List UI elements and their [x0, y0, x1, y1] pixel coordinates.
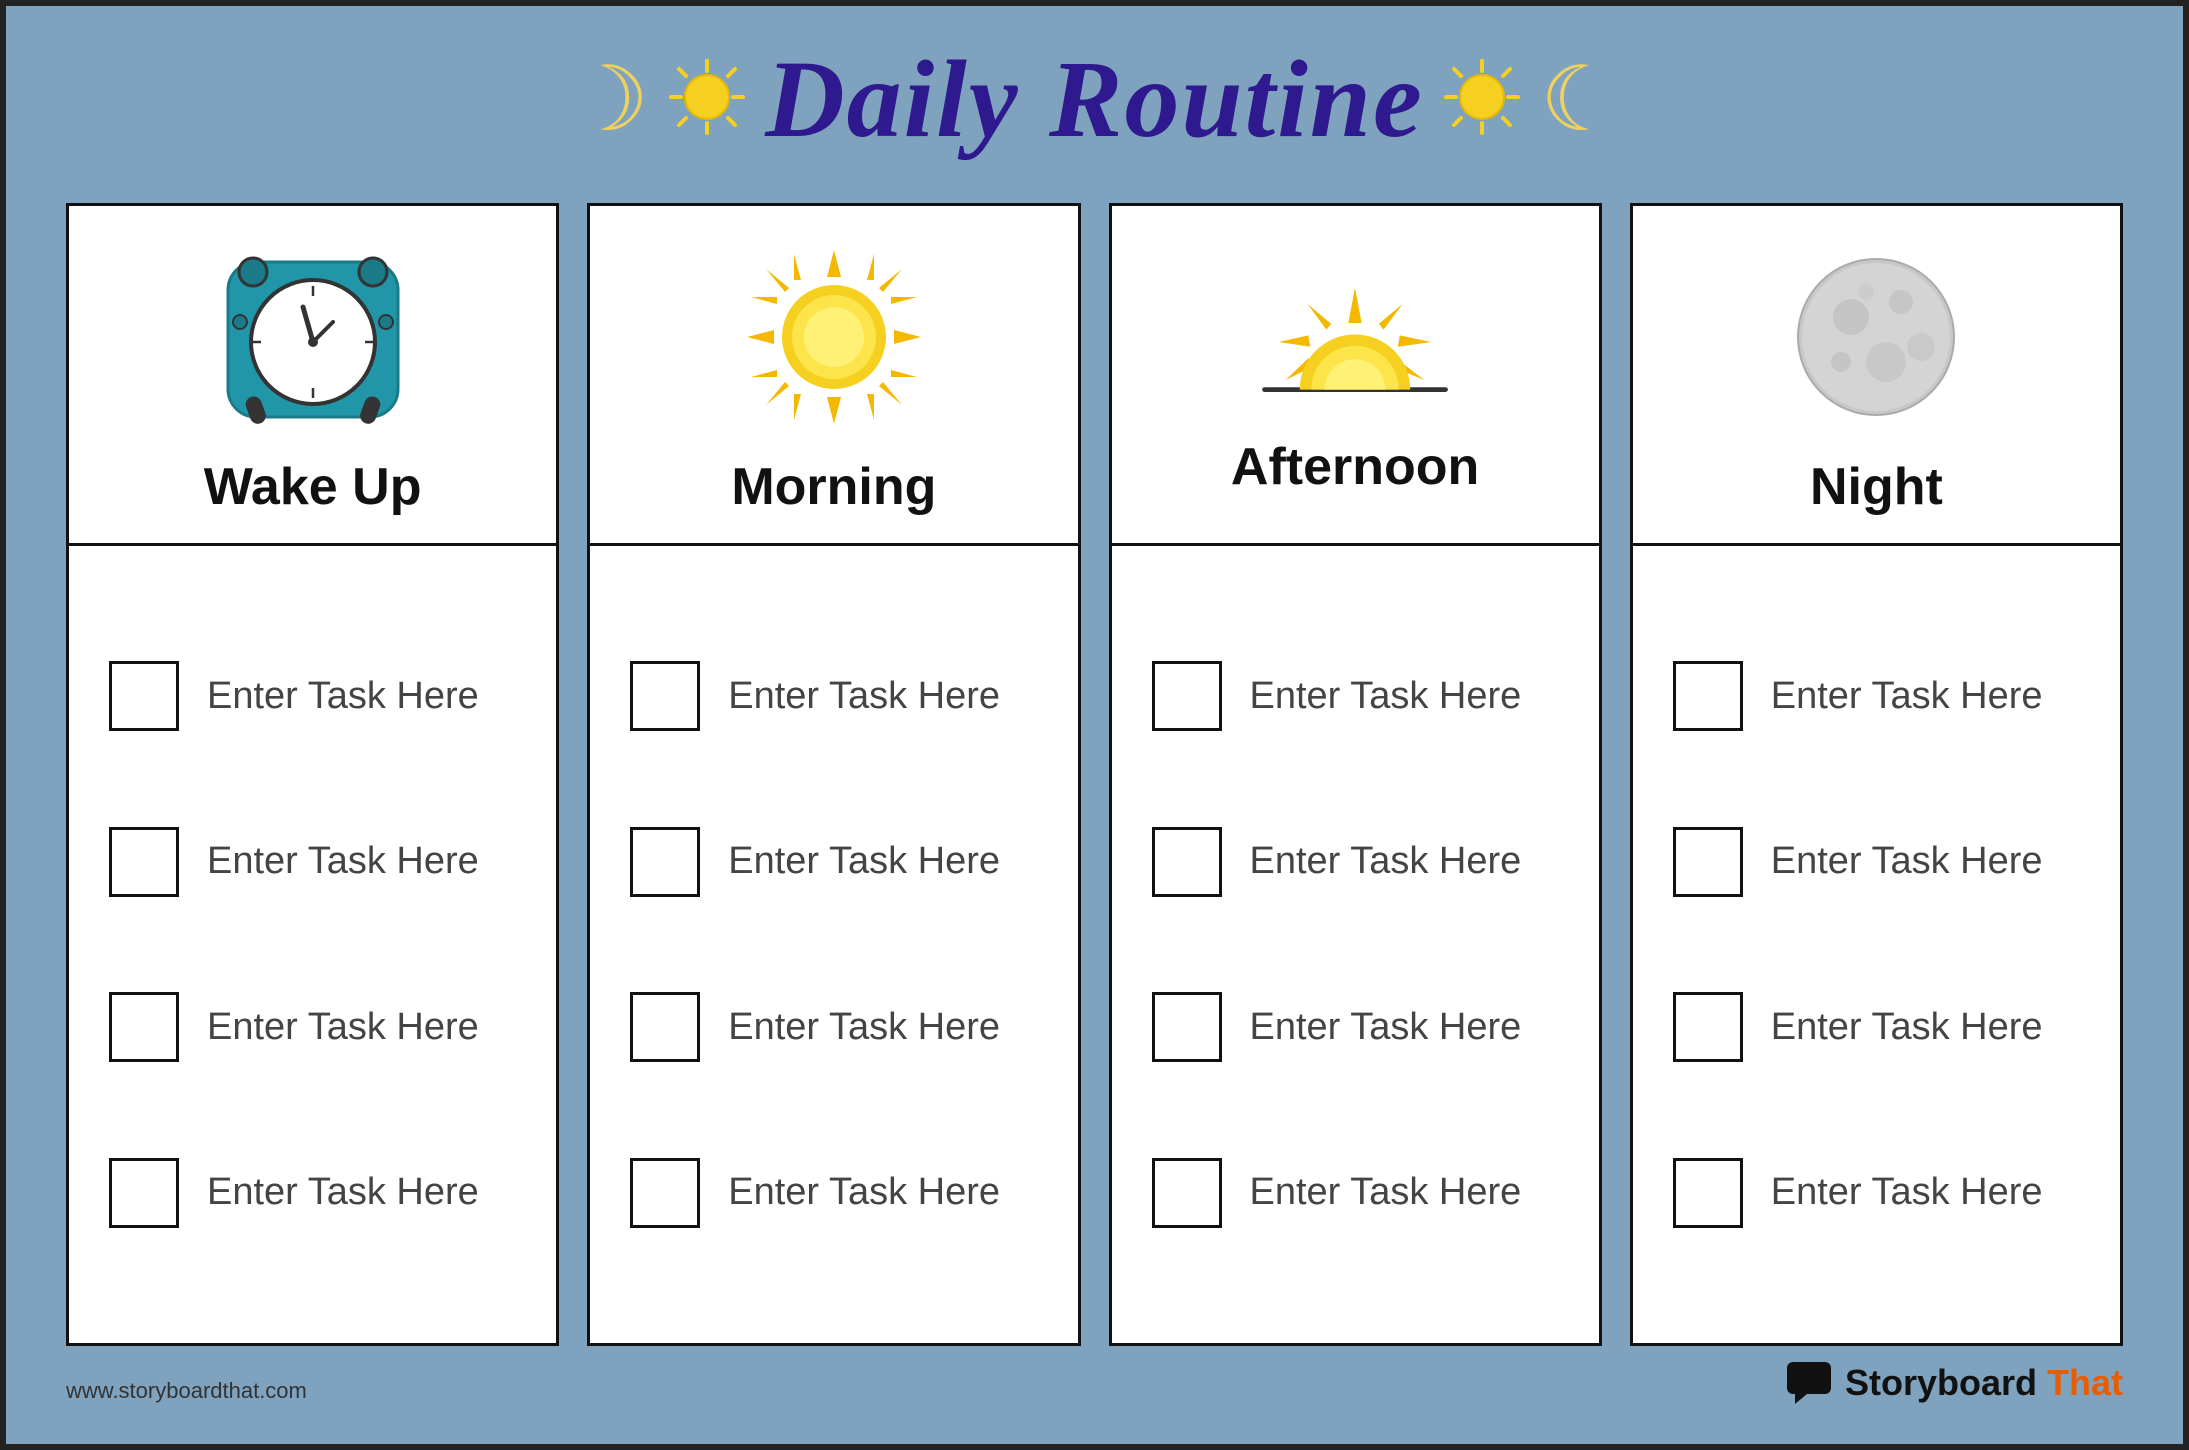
task-item: Enter Task Here	[1673, 1158, 2080, 1228]
footer: www.storyboardthat.com StoryboardThat	[66, 1362, 2123, 1404]
task-item: Enter Task Here	[1152, 1158, 1559, 1228]
task-checkbox[interactable]	[630, 661, 700, 731]
task-item: Enter Task Here	[1673, 827, 2080, 897]
wake-up-tasks: Enter Task Here Enter Task Here Enter Ta…	[69, 546, 556, 1343]
morning-icon	[734, 237, 934, 437]
morning-tasks: Enter Task Here Enter Task Here Enter Ta…	[590, 546, 1077, 1343]
right-moon-icon: ☽	[1540, 47, 1621, 152]
task-label[interactable]: Enter Task Here	[1250, 1006, 1522, 1049]
task-checkbox[interactable]	[630, 1158, 700, 1228]
afternoon-icon	[1255, 257, 1455, 417]
task-item: Enter Task Here	[109, 992, 516, 1062]
task-label[interactable]: Enter Task Here	[207, 1171, 479, 1214]
task-label[interactable]: Enter Task Here	[207, 840, 479, 883]
column-wake-up-header: Wake Up	[69, 206, 556, 546]
wake-up-label: Wake Up	[204, 457, 422, 517]
task-checkbox[interactable]	[1673, 1158, 1743, 1228]
task-label[interactable]: Enter Task Here	[1250, 1171, 1522, 1214]
left-sun-icon	[667, 57, 747, 142]
task-checkbox[interactable]	[1152, 827, 1222, 897]
task-item: Enter Task Here	[630, 992, 1037, 1062]
page-title: Daily Routine	[765, 36, 1424, 163]
column-morning: Morning Enter Task Here Enter Task Here …	[587, 203, 1080, 1346]
task-checkbox[interactable]	[109, 827, 179, 897]
columns-container: Wake Up Enter Task Here Enter Task Here …	[66, 203, 2123, 1346]
task-checkbox[interactable]	[1673, 827, 1743, 897]
task-label[interactable]: Enter Task Here	[1771, 1006, 2043, 1049]
task-checkbox[interactable]	[630, 827, 700, 897]
task-label[interactable]: Enter Task Here	[728, 1171, 1000, 1214]
task-label[interactable]: Enter Task Here	[1250, 675, 1522, 718]
wake-up-icon	[213, 237, 413, 437]
task-item: Enter Task Here	[1152, 827, 1559, 897]
footer-url: www.storyboardthat.com	[66, 1378, 307, 1404]
task-item: Enter Task Here	[630, 1158, 1037, 1228]
task-checkbox[interactable]	[1152, 661, 1222, 731]
task-item: Enter Task Here	[109, 827, 516, 897]
page-wrapper: ☽ Daily Routine	[6, 6, 2183, 1444]
task-item: Enter Task Here	[1152, 661, 1559, 731]
afternoon-label: Afternoon	[1231, 437, 1479, 497]
task-label[interactable]: Enter Task Here	[1771, 840, 2043, 883]
column-afternoon: Afternoon Enter Task Here Enter Task Her…	[1109, 203, 1602, 1346]
storyboard-icon	[1787, 1362, 1835, 1404]
right-sun-icon	[1442, 57, 1522, 142]
brand-storyboard: Storyboard	[1845, 1362, 2037, 1404]
task-checkbox[interactable]	[109, 1158, 179, 1228]
task-item: Enter Task Here	[109, 1158, 516, 1228]
brand-that: That	[2047, 1362, 2123, 1404]
column-afternoon-header: Afternoon	[1112, 206, 1599, 546]
task-checkbox[interactable]	[630, 992, 700, 1062]
night-label: Night	[1810, 457, 1943, 517]
task-label[interactable]: Enter Task Here	[207, 675, 479, 718]
night-icon	[1776, 237, 1976, 437]
task-item: Enter Task Here	[1152, 992, 1559, 1062]
task-checkbox[interactable]	[1152, 1158, 1222, 1228]
task-checkbox[interactable]	[1673, 661, 1743, 731]
task-checkbox[interactable]	[109, 992, 179, 1062]
header: ☽ Daily Routine	[66, 36, 2123, 163]
task-label[interactable]: Enter Task Here	[1250, 840, 1522, 883]
column-wake-up: Wake Up Enter Task Here Enter Task Here …	[66, 203, 559, 1346]
footer-brand: StoryboardThat	[1787, 1362, 2123, 1404]
task-label[interactable]: Enter Task Here	[207, 1006, 479, 1049]
task-item: Enter Task Here	[630, 827, 1037, 897]
task-item: Enter Task Here	[109, 661, 516, 731]
task-checkbox[interactable]	[1673, 992, 1743, 1062]
task-item: Enter Task Here	[1673, 661, 2080, 731]
task-item: Enter Task Here	[630, 661, 1037, 731]
afternoon-tasks: Enter Task Here Enter Task Here Enter Ta…	[1112, 546, 1599, 1343]
task-label[interactable]: Enter Task Here	[728, 840, 1000, 883]
task-label[interactable]: Enter Task Here	[728, 675, 1000, 718]
task-label[interactable]: Enter Task Here	[1771, 1171, 2043, 1214]
column-night-header: Night	[1633, 206, 2120, 546]
left-moon-icon: ☽	[569, 47, 650, 152]
task-checkbox[interactable]	[109, 661, 179, 731]
task-item: Enter Task Here	[1673, 992, 2080, 1062]
task-checkbox[interactable]	[1152, 992, 1222, 1062]
morning-label: Morning	[731, 457, 936, 517]
column-night: Night Enter Task Here Enter Task Here En…	[1630, 203, 2123, 1346]
night-tasks: Enter Task Here Enter Task Here Enter Ta…	[1633, 546, 2120, 1343]
column-morning-header: Morning	[590, 206, 1077, 546]
task-label[interactable]: Enter Task Here	[728, 1006, 1000, 1049]
task-label[interactable]: Enter Task Here	[1771, 675, 2043, 718]
